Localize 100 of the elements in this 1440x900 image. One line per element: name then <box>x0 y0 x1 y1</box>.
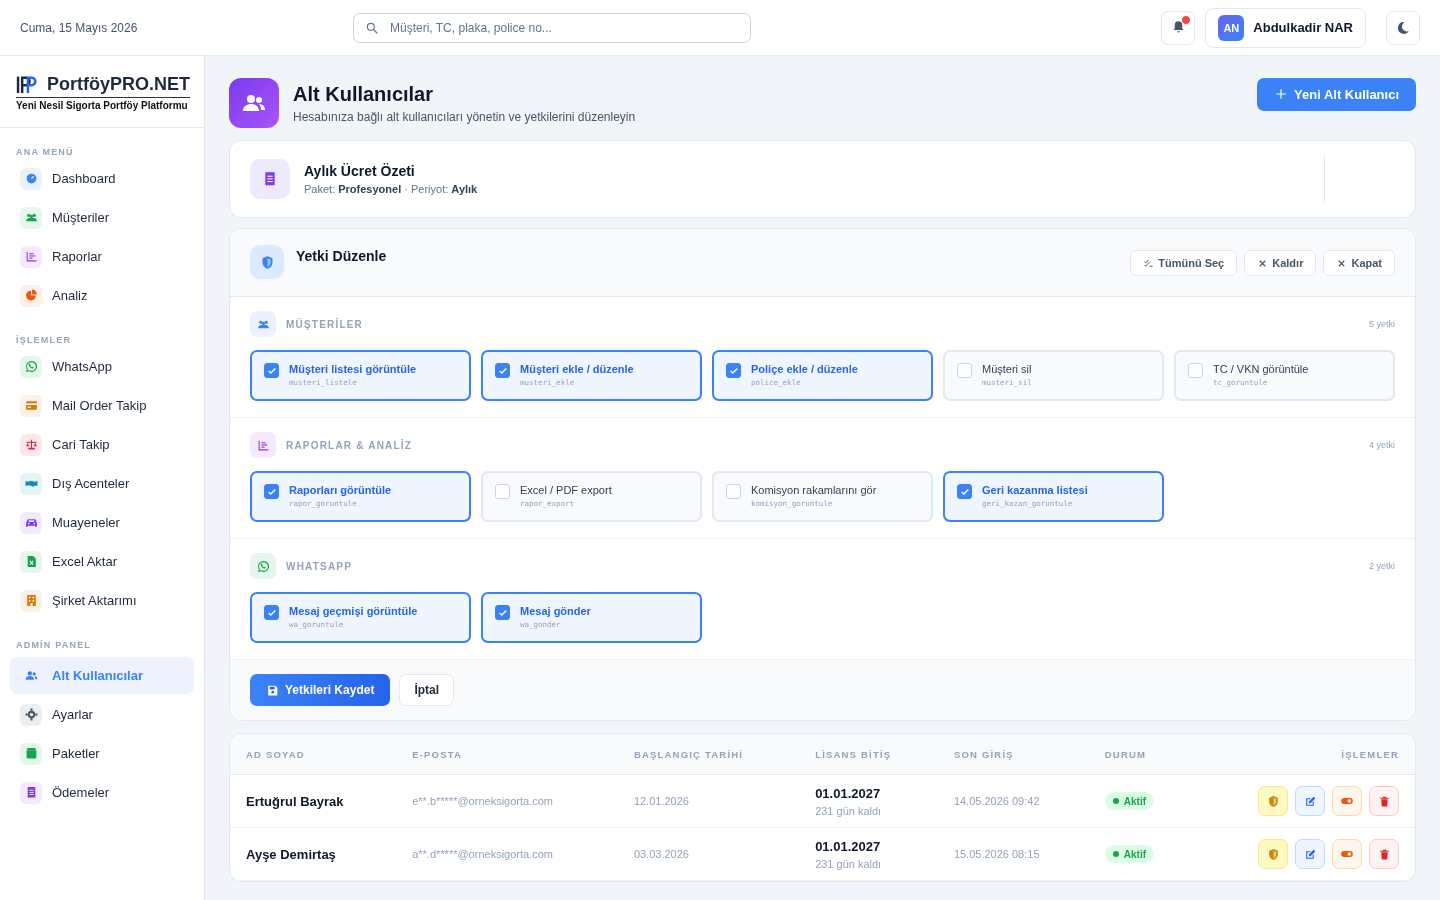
checkbox[interactable] <box>495 363 510 378</box>
sidebar-item[interactable]: Ayarlar <box>10 696 194 733</box>
permission-group-title: WHATSAPP <box>286 560 353 572</box>
column-header: SON GİRİŞ <box>937 734 1089 775</box>
permission-count: 5 yetki <box>1369 319 1395 329</box>
edit-button[interactable] <box>1295 786 1325 816</box>
last-login-cell: 14.05.2026 09:42 <box>953 795 1040 807</box>
sidebar-item[interactable]: Şirket Aktarımı <box>10 582 194 619</box>
search-field[interactable]: Müşteri, TC, plaka, police no... <box>353 12 751 43</box>
user-name: Ayşe Demirtaş <box>246 846 336 862</box>
users-icon <box>24 669 38 682</box>
permission-label: Geri kazanma listesi <box>982 484 1088 496</box>
trash-icon <box>1377 794 1391 808</box>
permission-group-title: MÜŞTERİLER <box>286 318 363 330</box>
license-end-date: 01.01.2027 <box>815 785 882 801</box>
check-icon <box>266 607 277 618</box>
sidebar-item[interactable]: Muayeneler <box>10 504 194 541</box>
gauge-icon <box>24 172 38 185</box>
permission-label: Excel / PDF export <box>520 484 612 496</box>
column-header: BAŞLANGIÇ TARİHİ <box>617 734 800 775</box>
checkbox[interactable] <box>957 484 972 499</box>
sidebar-item[interactable]: WhatsApp <box>10 348 194 385</box>
sidebar-item[interactable]: Ödemeler <box>10 774 194 811</box>
users-icon <box>24 211 38 224</box>
scale-icon <box>24 438 38 451</box>
days-left: 231 gün kaldı <box>815 857 883 870</box>
menu-section-title: ANA MENÜ <box>15 146 75 159</box>
sidebar-item[interactable]: Müşteriler <box>10 199 194 236</box>
shield-icon <box>1266 847 1280 861</box>
permission-label: Müşteri listesi görüntüle <box>289 363 417 375</box>
permission-count: 4 yetki <box>1369 440 1395 450</box>
edit-icon <box>1303 794 1317 808</box>
edit-button[interactable] <box>1295 839 1325 869</box>
sidebar-item[interactable]: Dış Acenteler <box>10 465 194 502</box>
page-subtitle: Hesabınıza bağlı alt kullanıcıları yönetin ve yetkilerini düzenleyin <box>293 109 636 124</box>
logo-subtitle: Yeni Nesil Sigorta Portföy Platformu <box>16 97 190 111</box>
sidebar-item[interactable]: Mail Order Takip <box>10 387 194 424</box>
last-login-cell: 15.05.2026 08:15 <box>953 848 1040 860</box>
permission-action-button[interactable]: Kapat <box>1323 250 1395 276</box>
permissions-button[interactable] <box>1258 786 1288 816</box>
sidebar-item[interactable]: Paketler <box>10 735 194 772</box>
checkbox[interactable] <box>264 363 279 378</box>
permission-label: Komisyon rakamlarını gör <box>751 484 877 496</box>
permission-group-title: RAPORLAR & ANALİZ <box>286 439 413 451</box>
whatsapp-icon <box>256 559 270 573</box>
permissions-button[interactable] <box>1258 839 1288 869</box>
email-cell: e**.b*****@orneksigorta.com <box>412 795 553 807</box>
user-name: Ertuğrul Bayrak <box>246 793 344 809</box>
credit-card-icon <box>24 399 38 412</box>
check-icon <box>266 365 277 376</box>
permission-label: Poliçe ekle / düzenle <box>751 363 858 375</box>
permission-label: Mesaj geçmişi görüntüle <box>289 605 418 617</box>
toggle-status-button[interactable] <box>1332 786 1362 816</box>
menu-section-title: ADMİN PANEL <box>15 639 93 652</box>
permission-label: Müşteri sil <box>982 363 1032 375</box>
box-icon <box>24 747 38 760</box>
date-label: Cuma, 15 Mayıs 2026 <box>20 20 139 35</box>
checkbox[interactable] <box>495 605 510 620</box>
delete-button[interactable] <box>1369 786 1399 816</box>
column-header: DURUM <box>1088 734 1193 775</box>
sidebar-item[interactable]: Analiz <box>10 277 194 314</box>
checkbox[interactable] <box>264 484 279 499</box>
column-header: İŞLEMLER <box>1193 734 1415 775</box>
edit-icon <box>1303 847 1317 861</box>
check-icon <box>266 486 277 497</box>
chart-icon <box>24 250 38 263</box>
permission-label: TC / VKN görüntüle <box>1213 363 1309 375</box>
license-end-date: 01.01.2027 <box>815 838 882 854</box>
checkbox[interactable] <box>264 605 279 620</box>
start-date-cell: 12.01.2026 <box>633 795 689 807</box>
permission-count: 2 yetki <box>1369 561 1395 571</box>
trash-icon <box>1377 847 1391 861</box>
sidebar-item[interactable]: Raporlar <box>10 238 194 275</box>
days-left: 231 gün kaldı <box>815 804 883 817</box>
check-icon <box>959 486 970 497</box>
pie-chart-icon <box>24 289 38 302</box>
email-cell: a**.d*****@orneksigorta.com <box>412 848 553 860</box>
column-header: AD SOYAD <box>230 734 397 775</box>
check-icon <box>497 365 508 376</box>
sidebar-item[interactable]: Cari Takip <box>10 426 194 463</box>
check-icon <box>728 365 739 376</box>
start-date-cell: 03.03.2026 <box>633 848 689 860</box>
logo-title: PortföyPRO.NET <box>47 73 190 95</box>
sidebar-item[interactable]: Excel Aktar <box>10 543 194 580</box>
permission-action-button[interactable]: Tümünü Seç <box>1130 250 1238 276</box>
status-badge: Aktif <box>1104 845 1155 863</box>
notification-button[interactable] <box>1161 10 1196 45</box>
delete-button[interactable] <box>1369 839 1399 869</box>
save-permissions-button[interactable]: Yetkileri Kaydet <box>250 674 391 706</box>
permission-action-button[interactable]: Kaldır <box>1244 250 1317 276</box>
summary-details: Paket: Profesyonel · Periyot: Aylık <box>304 183 478 195</box>
theme-toggle-button[interactable] <box>1386 10 1420 45</box>
toggle-status-button[interactable] <box>1332 839 1362 869</box>
permission-label: Raporları görüntüle <box>289 484 392 496</box>
new-sub-user-button[interactable]: Yeni Alt Kullanıcı <box>1257 77 1416 111</box>
cancel-button[interactable]: İptal <box>399 674 455 706</box>
permission-label: Mesaj gönder <box>520 605 591 617</box>
checkbox[interactable] <box>726 363 741 378</box>
sidebar-item[interactable]: Dashboard <box>10 160 194 197</box>
user-menu-button[interactable]: AN Abdulkadir NAR <box>1205 7 1366 48</box>
